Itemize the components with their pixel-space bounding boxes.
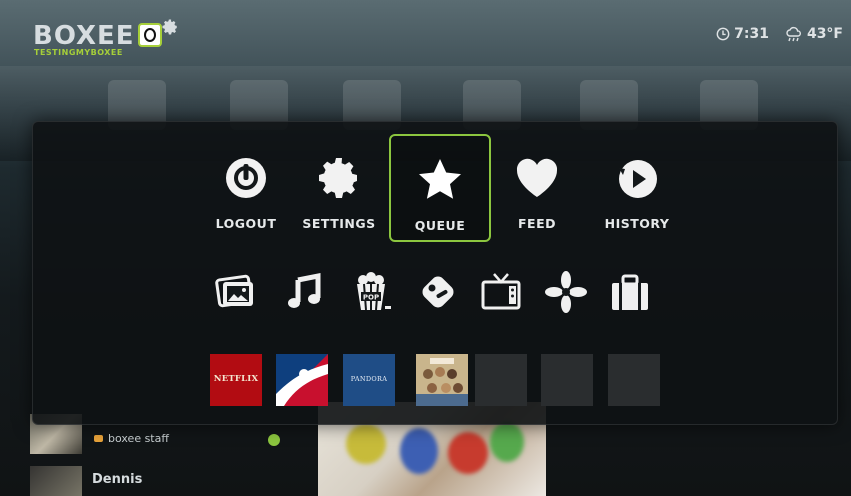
menu-item-logout[interactable]: LOGOUT — [197, 134, 295, 238]
background-staff-label: boxee staff — [94, 432, 169, 445]
music-icon[interactable] — [284, 270, 328, 314]
app-tile-modern-family[interactable] — [416, 354, 468, 406]
menu-label-settings: SETTINGS — [302, 216, 376, 231]
time-label: 7:31 — [734, 26, 769, 42]
apps-icon[interactable] — [416, 270, 460, 314]
comment-icon — [94, 435, 103, 442]
briefcase-icon[interactable] — [608, 270, 652, 314]
background-status-dot — [268, 434, 280, 446]
weather-icon — [786, 26, 801, 42]
background-user-name: Dennis — [92, 472, 143, 487]
gear-icon — [319, 158, 357, 198]
app-tile-mlb[interactable] — [276, 354, 328, 406]
brand-name: BOXEE — [33, 21, 135, 51]
menu-item-settings[interactable]: SETTINGS — [290, 134, 388, 238]
temperature-label: 43°F — [806, 26, 843, 42]
show-poster-image — [416, 354, 468, 406]
tv-icon[interactable] — [479, 270, 523, 314]
pinwheel-icon[interactable] — [544, 270, 588, 314]
heart-icon — [516, 158, 558, 197]
menu-label-history: HISTORY — [604, 216, 670, 231]
menu-label-feed: FEED — [518, 216, 556, 231]
clock-icon — [716, 27, 730, 41]
boxee-logo: BOXEE TESTINGMYBOXEE — [33, 19, 177, 57]
netflix-logo-text: NETFLIX — [213, 374, 259, 384]
menu-item-feed[interactable]: FEED — [488, 134, 586, 238]
app-tile-pandora[interactable]: PANDORA — [343, 354, 395, 406]
menu-item-queue[interactable]: QUEUE — [389, 134, 491, 242]
weather: 43°F — [785, 26, 843, 42]
background-avatar — [30, 466, 82, 496]
power-icon — [226, 158, 266, 198]
history-icon — [619, 160, 657, 198]
menu-label-logout: LOGOUT — [215, 216, 277, 231]
app-tile-empty[interactable] — [541, 354, 593, 406]
menu-label-queue: QUEUE — [414, 218, 466, 233]
app-tile-empty[interactable] — [608, 354, 660, 406]
app-tile-empty[interactable] — [475, 354, 527, 406]
menu-item-history[interactable]: HISTORY — [588, 134, 686, 238]
pandora-logo-text: PANDORA — [350, 375, 388, 383]
status-bar: 7:31 43°F — [716, 26, 843, 42]
star-icon — [419, 159, 461, 199]
clock: 7:31 — [716, 26, 769, 42]
app-tile-netflix[interactable]: NETFLIX — [210, 354, 262, 406]
photos-icon[interactable] — [214, 270, 258, 314]
main-menu-overlay: LOGOUT SETTINGS QUEUE FEED HISTORY POP N… — [32, 121, 838, 425]
logo-badge-icon — [137, 23, 162, 47]
username-label: TESTINGMYBOXEE — [34, 48, 123, 57]
mlb-logo-icon — [276, 354, 328, 406]
svg-text:POP: POP — [363, 294, 379, 302]
gear-icon[interactable] — [161, 18, 179, 36]
movies-popcorn-icon[interactable]: POP — [349, 270, 393, 314]
